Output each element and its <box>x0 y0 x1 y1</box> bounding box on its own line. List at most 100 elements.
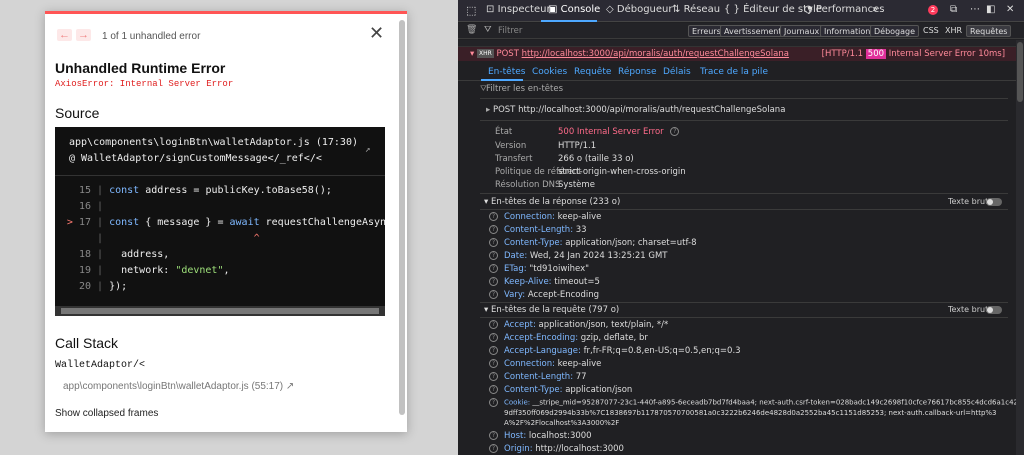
response-headers-toggle[interactable]: ▾ En-têtes de la réponse (233 o) <box>484 197 620 207</box>
console-filter-input[interactable]: Filtrer <box>498 26 522 36</box>
more-tabs-icon[interactable]: » <box>872 4 878 15</box>
raw-headers-label: Texte brut <box>948 197 989 206</box>
source-file-link[interactable]: app\components\loginBtn\walletAdaptor.js… <box>69 135 358 167</box>
trash-icon[interactable]: 🗑 <box>466 25 477 35</box>
tab-request[interactable]: Requête <box>574 67 611 77</box>
external-link-icon[interactable]: ↗ <box>365 145 370 155</box>
header-row-cookie: ? Cookie: __stripe_mid=95287077-23c1-440f… <box>489 398 1018 407</box>
filter-icon: ⛛ <box>484 25 492 35</box>
help-icon: ? <box>489 444 498 453</box>
expand-caret-icon[interactable]: ▾ <box>470 49 474 59</box>
request-headers-toggle[interactable]: ▾ En-têtes de la requête (797 o) <box>484 305 619 315</box>
help-icon: ? <box>489 264 498 273</box>
headers-filter-input[interactable]: Filtrer les en-têtes <box>486 84 563 94</box>
request-detail-tabs: En-têtes Cookies Requête Réponse Délais … <box>458 63 1024 81</box>
divider <box>480 209 1008 210</box>
header-row: ? Content-Type: application/json; charset… <box>489 238 696 248</box>
source-code-frame: app\components\loginBtn\walletAdaptor.js… <box>55 127 385 316</box>
divider <box>55 175 385 176</box>
devtools-scrollbar[interactable] <box>1016 40 1024 455</box>
code-line: 20 | }); <box>78 281 128 292</box>
request-status-prefix: [HTTP/1.1 <box>821 49 864 59</box>
summary-row: Politique de référentstrict-origin-when-… <box>495 167 686 177</box>
header-row: ? Content-Type: application/json <box>489 385 632 395</box>
header-row: ? Accept-Language: fr,fr-FR;q=0.8,en-US;q… <box>489 346 741 356</box>
summary-row: Version HTTP/1.1 <box>495 141 597 151</box>
previous-log-clipped <box>458 40 1024 47</box>
dialog-scrollbar[interactable] <box>397 14 407 432</box>
request-summary-line[interactable]: ▸ POST http://localhost:3000/api/moralis… <box>486 105 785 115</box>
summary-row: Résolution DNSSystème <box>495 180 595 190</box>
next-error-button[interactable]: → <box>76 29 91 41</box>
console-filter-bar: 🗑 ⛛ Filtrer Erreurs Avertissements Journ… <box>458 23 1024 39</box>
help-icon: ? <box>489 372 498 381</box>
help-icon: ? <box>489 431 498 440</box>
pick-element-icon[interactable]: ⬚ <box>466 4 476 17</box>
help-icon: ? <box>489 385 498 394</box>
error-title: Unhandled Runtime Error <box>55 60 226 76</box>
header-row: ? Vary: Accept-Encoding <box>489 290 599 300</box>
header-row: ? Content-Length: 33 <box>489 225 587 235</box>
show-collapsed-frames-button[interactable]: Show collapsed frames <box>55 408 158 419</box>
close-devtools-icon[interactable]: ✕ <box>1006 4 1014 15</box>
help-icon[interactable]: ? <box>670 127 680 136</box>
help-icon: ? <box>489 346 498 355</box>
more-options-icon[interactable]: ⋯ <box>970 4 980 15</box>
error-counter: 1 of 1 unhandled error <box>102 31 201 42</box>
devtools-toolbar: ⬚ ⊡ Inspecteur ▣ Console ◇ Débogueur ⇅ R… <box>458 0 1024 22</box>
tab-debugger[interactable]: ◇ Débogueur <box>606 4 672 15</box>
filter-xhr-button[interactable]: XHR <box>942 25 965 37</box>
source-function: @ WalletAdaptor/signCustomMessage</_ref<… <box>69 153 322 164</box>
tab-network[interactable]: ⇅ Réseau <box>672 4 720 15</box>
error-overlay-dialog: ← → 1 of 1 unhandled error ✕ Unhandled R… <box>45 11 407 432</box>
filter-debug-button[interactable]: Débogage <box>870 25 920 37</box>
raw-headers-toggle[interactable] <box>986 306 1002 314</box>
dock-icon[interactable]: ◧ <box>986 4 995 15</box>
tab-cookies[interactable]: Cookies <box>532 67 567 77</box>
request-method: POST <box>496 49 519 59</box>
raw-headers-toggle[interactable] <box>986 198 1002 206</box>
devtools-panel: ⬚ ⊡ Inspecteur ▣ Console ◇ Débogueur ⇅ R… <box>458 0 1024 455</box>
code-line: 15 | const address = publicKey.toBase58(… <box>78 185 332 196</box>
divider <box>480 120 1008 121</box>
header-row: ? Content-Length: 77 <box>489 372 587 382</box>
error-count-badge[interactable]: 2 <box>928 5 938 15</box>
header-row: ? Date: Wed, 24 Jan 2024 13:25:21 GMT <box>489 251 667 261</box>
help-icon: ? <box>489 398 498 407</box>
xhr-tag: XHR <box>476 49 494 58</box>
tab-inspector[interactable]: ⊡ Inspecteur <box>486 4 551 15</box>
tab-response[interactable]: Réponse <box>618 67 657 77</box>
filter-logs-button[interactable]: Journaux <box>780 25 824 37</box>
tab-console[interactable]: ▣ Console <box>548 4 600 15</box>
help-icon: ? <box>489 277 498 286</box>
request-url-link[interactable]: http://localhost:3000/api/moralis/auth/r… <box>522 49 789 59</box>
help-icon: ? <box>489 225 498 234</box>
responsive-mode-icon[interactable]: ⧉ <box>950 4 957 15</box>
help-icon: ? <box>489 359 498 368</box>
cookie-continuation: 9dff350ff069d2994b33b%7C1838697b11787057… <box>504 409 997 417</box>
active-detail-tab-indicator <box>481 79 523 81</box>
previous-error-button[interactable]: ← <box>57 29 72 41</box>
tab-timings[interactable]: Délais <box>663 67 691 77</box>
filter-requests-button[interactable]: Requêtes <box>966 25 1012 37</box>
close-icon[interactable]: ✕ <box>369 24 384 42</box>
header-row: ? Connection: keep-alive <box>489 212 601 222</box>
header-row: ? Host: localhost:3000 <box>489 431 592 441</box>
active-tab-indicator <box>541 20 597 22</box>
divider <box>480 302 1008 303</box>
source-file-path: app\components\loginBtn\walletAdaptor.js… <box>69 137 358 148</box>
callstack-location-link[interactable]: app\components\loginBtn\walletAdaptor.js… <box>63 381 294 392</box>
code-horizontal-scrollbar[interactable] <box>55 306 385 316</box>
cookie-continuation: A%2F%2Flocalhost%3A3000%2F <box>504 419 620 427</box>
divider <box>480 98 1008 99</box>
filter-css-button[interactable]: CSS <box>920 25 942 37</box>
code-line: | ^ <box>97 233 260 244</box>
code-line: 19 | network: "devnet", <box>78 265 230 276</box>
external-link-icon: ↗ <box>285 381 295 392</box>
callstack-function: WalletAdaptor/< <box>55 360 146 371</box>
status-code-badge: 500 <box>865 49 887 59</box>
network-request-row[interactable]: ▾ XHR POST http://localhost:3000/api/mor… <box>458 47 1024 61</box>
tab-headers[interactable]: En-têtes <box>488 67 525 77</box>
tab-stack-trace[interactable]: Trace de la pile <box>700 67 768 77</box>
header-row: ? Accept-Encoding: gzip, deflate, br <box>489 333 648 343</box>
